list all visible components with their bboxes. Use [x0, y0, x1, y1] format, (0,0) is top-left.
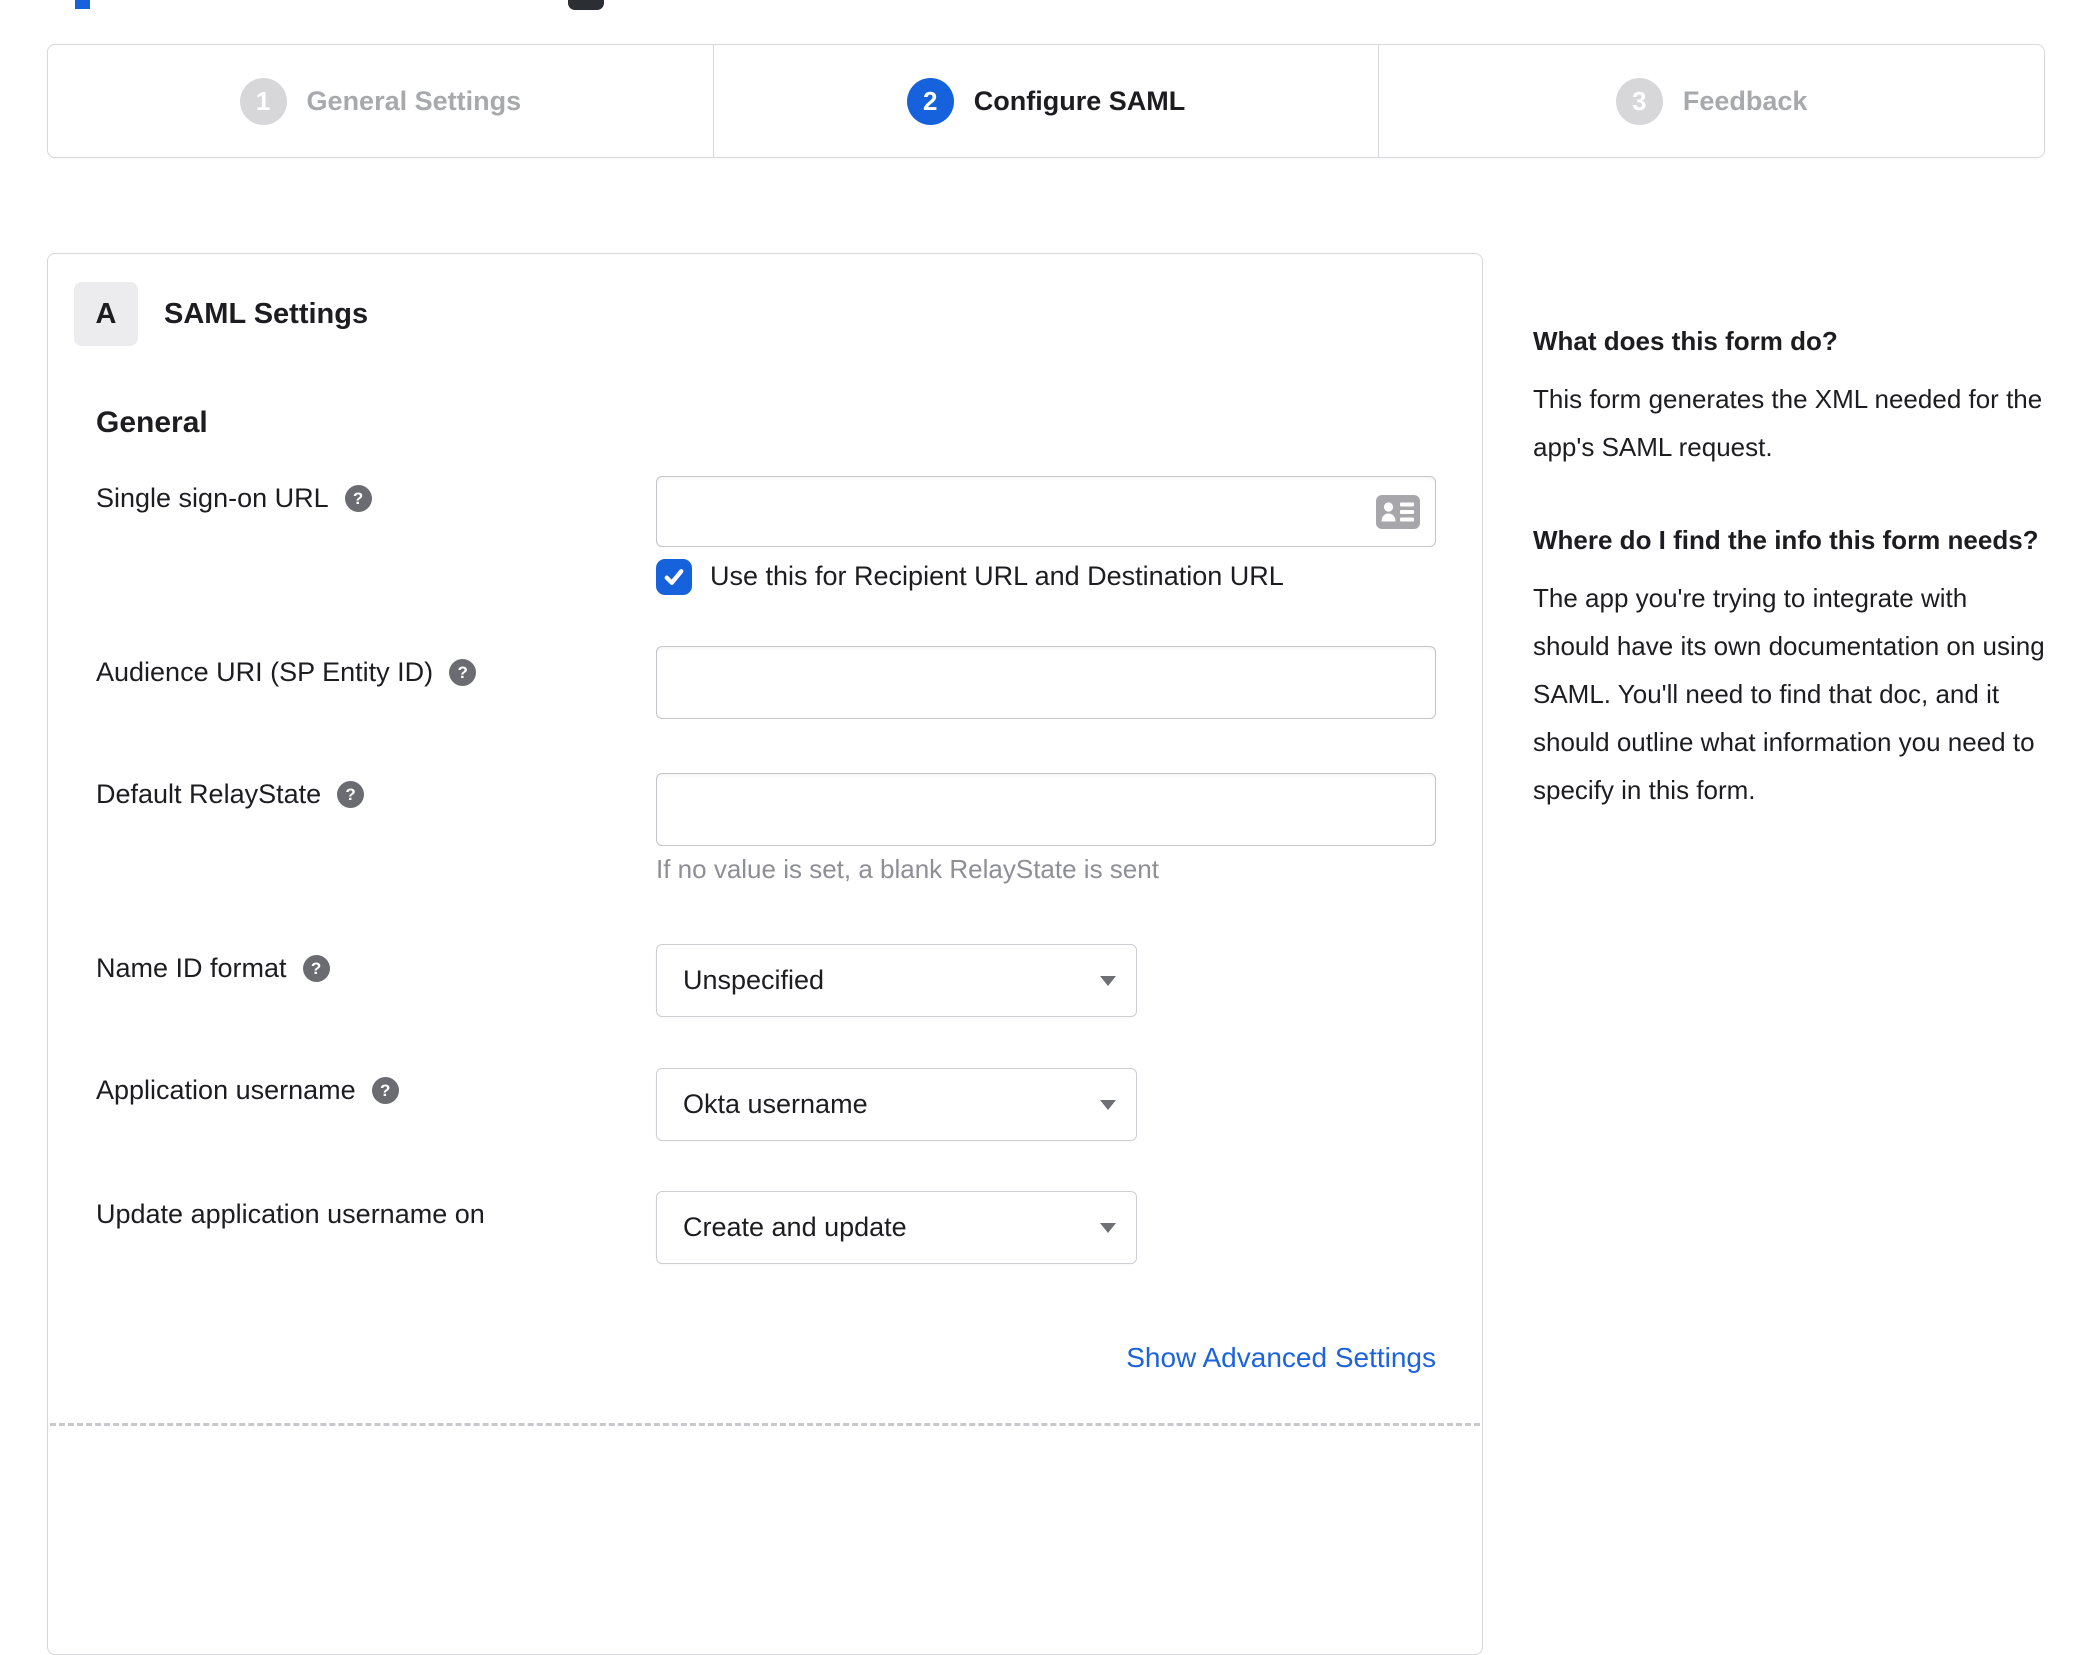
contact-card-icon[interactable] [1376, 494, 1420, 529]
wizard-stepper: 1 General Settings 2 Configure SAML 3 Fe… [47, 44, 2045, 158]
check-icon [664, 569, 684, 585]
name-id-format-select[interactable]: Unspecified [656, 944, 1137, 1017]
help-paragraph: This form generates the XML needed for t… [1533, 384, 2043, 462]
update-username-label-text: Update application username on [96, 1199, 485, 1229]
help-sidebar: What does this form do? This form genera… [1533, 318, 2045, 860]
application-username-value: Okta username [683, 1089, 868, 1119]
group-title-general: General [96, 406, 208, 439]
sso-url-label-text: Single sign-on URL [96, 483, 329, 513]
step-general-settings[interactable]: 1 General Settings [48, 45, 713, 157]
update-username-value: Create and update [683, 1212, 907, 1242]
application-username-label-text: Application username [96, 1075, 356, 1105]
update-username-select[interactable]: Create and update [656, 1191, 1137, 1264]
name-id-format-value: Unspecified [683, 965, 825, 995]
step-label: General Settings [306, 85, 522, 116]
dropdown-caret-icon [1100, 975, 1116, 986]
use-for-recipient-checkbox[interactable] [656, 559, 692, 595]
help-paragraph: The app you're trying to integrate with … [1533, 583, 2045, 805]
help-heading: Where do I find the info this form needs… [1533, 525, 2039, 555]
audience-uri-input[interactable] [656, 646, 1436, 719]
help-icon[interactable]: ? [337, 781, 365, 808]
application-username-select[interactable]: Okta username [656, 1068, 1137, 1141]
help-icon[interactable]: ? [371, 1077, 399, 1104]
step-number-badge: 2 [906, 77, 954, 125]
help-icon[interactable]: ? [302, 955, 330, 982]
step-label: Feedback [1682, 85, 1808, 116]
dropdown-caret-icon [1100, 1222, 1116, 1233]
step-number-badge: 3 [1615, 77, 1663, 125]
help-heading: What does this form do? [1533, 326, 1838, 356]
section-letter-badge: A [74, 282, 138, 346]
help-icon[interactable]: ? [449, 659, 477, 686]
dropdown-caret-icon [1100, 1099, 1116, 1110]
clipped-header-fragment-dark [568, 0, 604, 10]
use-for-recipient-checkbox-label: Use this for Recipient URL and Destinati… [710, 561, 1284, 591]
panel-title: SAML Settings [164, 297, 369, 330]
step-label: Configure SAML [973, 85, 1186, 116]
sso-url-input[interactable] [656, 476, 1436, 547]
update-username-label: Update application username on [96, 1199, 485, 1230]
name-id-format-label-text: Name ID format [96, 953, 287, 983]
audience-uri-label: Audience URI (SP Entity ID) ? [96, 657, 477, 688]
step-configure-saml[interactable]: 2 Configure SAML [712, 45, 1379, 157]
relay-state-hint: If no value is set, a blank RelayState i… [656, 854, 1159, 884]
relay-state-label: Default RelayState ? [96, 779, 365, 810]
application-username-label: Application username ? [96, 1075, 399, 1106]
sso-url-label: Single sign-on URL ? [96, 483, 372, 514]
saml-settings-panel: A SAML Settings General Single sign-on U… [47, 253, 1483, 1655]
name-id-format-label: Name ID format ? [96, 953, 330, 984]
step-feedback[interactable]: 3 Feedback [1378, 45, 2044, 157]
help-icon[interactable]: ? [344, 485, 372, 512]
step-number-badge: 1 [239, 77, 287, 125]
show-advanced-settings-link[interactable]: Show Advanced Settings [1126, 1342, 1436, 1374]
relay-state-label-text: Default RelayState [96, 779, 322, 809]
relay-state-input[interactable] [656, 773, 1436, 846]
clipped-header-fragment-blue [75, 0, 90, 9]
audience-uri-label-text: Audience URI (SP Entity ID) [96, 657, 434, 687]
sso-url-input-wrap [656, 476, 1436, 547]
